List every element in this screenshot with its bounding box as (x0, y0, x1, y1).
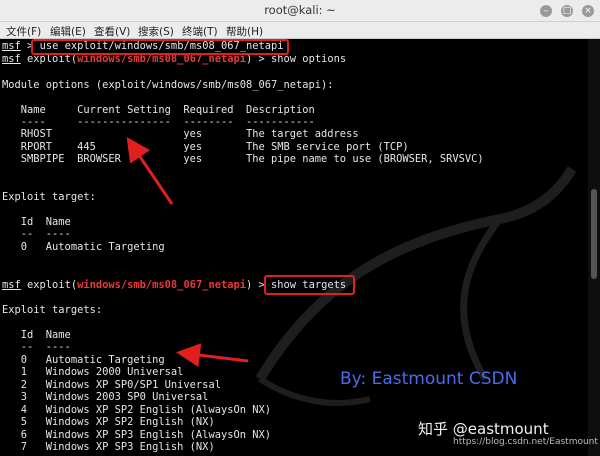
scrollbar-thumb[interactable] (591, 189, 597, 279)
menu-terminal[interactable]: 终端(T) (182, 24, 218, 39)
arrow-to-automatic-targeting (176, 343, 249, 368)
menu-search[interactable]: 搜索(S) (138, 24, 174, 39)
maximize-icon[interactable]: □ (561, 5, 573, 17)
menu-help[interactable]: 帮助(H) (226, 24, 263, 39)
arrow-to-rhost (126, 137, 174, 205)
annotation-arrows (126, 137, 249, 368)
menu-view[interactable]: 查看(V) (94, 24, 130, 39)
menu-bar: 文件(F) 编辑(E) 查看(V) 搜索(S) 终端(T) 帮助(H) (0, 22, 600, 39)
menu-file[interactable]: 文件(F) (6, 24, 41, 39)
minimize-icon[interactable]: – (540, 5, 552, 17)
menu-edit[interactable]: 编辑(E) (50, 24, 86, 39)
scrollbar[interactable] (588, 39, 600, 456)
author-watermark: By: Eastmount CSDN (340, 369, 518, 389)
terminal-output[interactable]: msf > use exploit/windows/smb/ms08_067_n… (0, 39, 588, 456)
title-bar: root@kali: ~ – □ × (0, 0, 600, 22)
zhihu-watermark: 知乎 @eastmount (418, 420, 549, 438)
window-title: root@kali: ~ (264, 3, 336, 17)
url-watermark: https://blog.csdn.net/Eastmount (453, 437, 598, 447)
close-icon[interactable]: × (582, 5, 594, 17)
